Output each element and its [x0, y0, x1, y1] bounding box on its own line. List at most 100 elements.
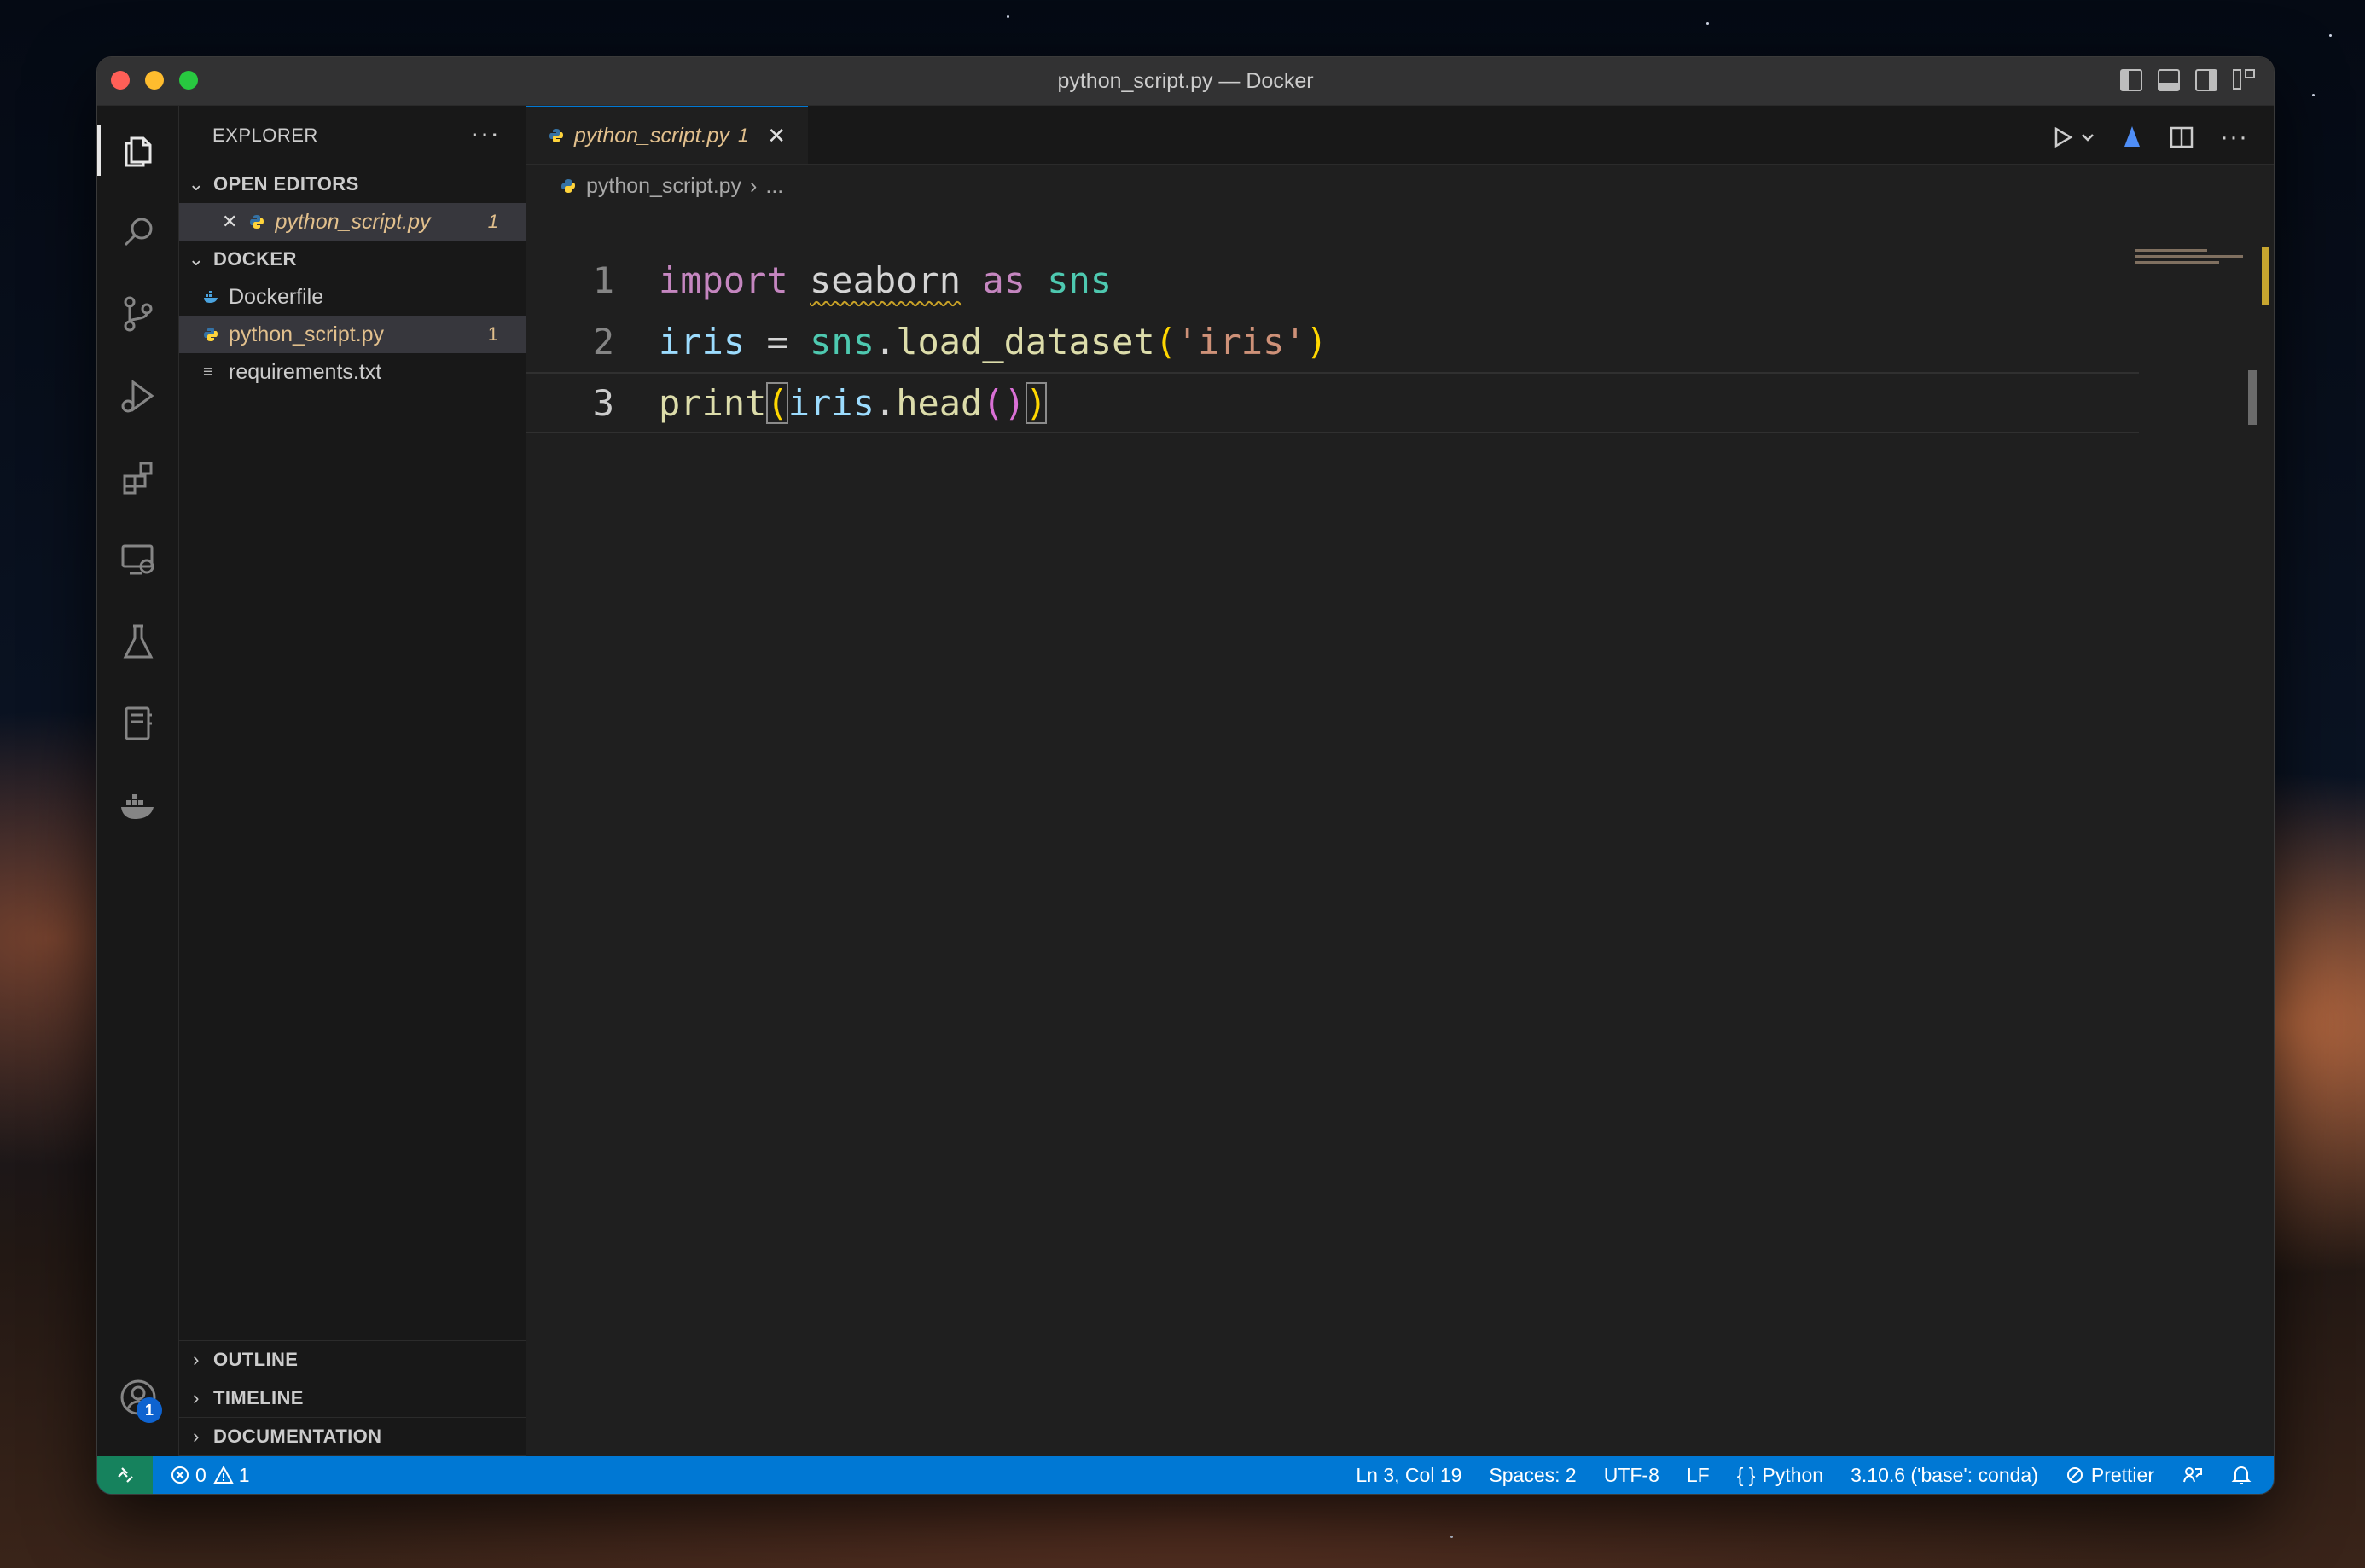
file-name: requirements.txt [229, 359, 382, 384]
line-number: 1 [592, 258, 614, 301]
section-open-editors[interactable]: ⌄ OPEN EDITORS [179, 166, 526, 203]
python-file-icon [250, 215, 264, 229]
language-mode[interactable]: { } Python [1737, 1464, 1823, 1487]
code-token: load_dataset [896, 320, 1155, 363]
bracket-match: ) [1025, 381, 1048, 424]
remote-indicator[interactable] [97, 1456, 153, 1494]
collapsed-panels: › OUTLINE › TIMELINE › DOCUMENTATION [179, 1340, 526, 1456]
code-token: import [659, 258, 788, 301]
testing-icon[interactable] [97, 607, 178, 676]
code-token: 'iris' [1176, 320, 1306, 363]
file-name: Dockerfile [229, 284, 324, 309]
notebook-icon[interactable] [97, 689, 178, 758]
split-editor-icon[interactable] [2169, 125, 2194, 150]
copilot-sail-icon[interactable] [2121, 125, 2143, 150]
tab-python-script[interactable]: python_script.py 1 ✕ [526, 106, 809, 164]
code-token: iris [787, 381, 875, 424]
feedback-icon[interactable] [2182, 1464, 2204, 1486]
chevron-down-icon: ⌄ [188, 248, 205, 270]
open-editor-item[interactable]: ✕ python_script.py 1 [179, 203, 526, 241]
file-item-python-script[interactable]: python_script.py 1 [179, 316, 526, 353]
breadcrumb-symbols[interactable]: ... [765, 174, 783, 199]
warning-icon [213, 1465, 234, 1484]
accounts-icon[interactable]: 1 [97, 1363, 178, 1432]
toggle-primary-sidebar-icon[interactable] [2120, 69, 2142, 91]
chevron-down-icon: ⌄ [188, 173, 205, 195]
more-actions-icon[interactable]: ··· [2220, 123, 2248, 152]
section-outline[interactable]: › OUTLINE [179, 1341, 526, 1379]
section-label: OPEN EDITORS [213, 173, 359, 195]
encoding[interactable]: UTF-8 [1604, 1464, 1659, 1487]
python-file-icon [204, 328, 218, 341]
problems-indicator[interactable]: 0 1 [170, 1464, 250, 1487]
code-token: sns [1047, 258, 1113, 301]
remote-icon [117, 1467, 133, 1483]
close-icon[interactable]: ✕ [222, 211, 237, 233]
code-token: as [982, 258, 1026, 301]
toggle-panel-icon[interactable] [2158, 69, 2180, 91]
overview-ruler-warning [2262, 247, 2269, 305]
extensions-icon[interactable] [97, 444, 178, 512]
source-control-icon[interactable] [97, 280, 178, 348]
docker-icon[interactable] [97, 771, 178, 839]
code-token: ) [1003, 381, 1026, 424]
code-token-warning: seaborn [810, 258, 962, 301]
accounts-badge: 1 [137, 1397, 162, 1423]
file-item-requirements[interactable]: ≡ requirements.txt [179, 353, 526, 391]
more-actions-icon[interactable]: ··· [470, 118, 500, 149]
error-count: 0 [195, 1463, 206, 1486]
breadcrumb-file[interactable]: python_script.py [586, 174, 741, 199]
run-debug-icon[interactable] [97, 362, 178, 430]
section-label: DOCUMENTATION [213, 1426, 382, 1447]
code-token: . [874, 320, 897, 363]
code-token: ) [1305, 320, 1328, 363]
cursor-position[interactable]: Ln 3, Col 19 [1356, 1464, 1461, 1487]
minimap[interactable] [2135, 249, 2255, 266]
scrollbar-thumb[interactable] [2248, 370, 2257, 425]
customize-layout-icon[interactable] [2233, 69, 2255, 91]
warning-count: 1 [238, 1463, 250, 1486]
run-icon[interactable] [2049, 125, 2075, 150]
editor-area: python_script.py 1 ✕ ··· python_script.p… [526, 106, 2274, 1456]
close-icon[interactable]: ✕ [767, 123, 786, 149]
explorer-icon[interactable] [97, 116, 178, 184]
notifications-bell-icon[interactable] [2231, 1464, 2252, 1486]
section-documentation[interactable]: › DOCUMENTATION [179, 1418, 526, 1456]
layout-controls [2120, 69, 2255, 91]
status-bar: 0 1 Ln 3, Col 19 Spaces: 2 UTF-8 LF { } … [97, 1456, 2274, 1494]
indentation[interactable]: Spaces: 2 [1489, 1464, 1576, 1487]
prettier-formatter[interactable]: Prettier [2066, 1464, 2154, 1487]
breadcrumb: python_script.py › ... [526, 165, 2274, 207]
bracket-match: ( [766, 381, 788, 424]
text-file-icon: ≡ [203, 363, 213, 381]
code-token: iris [659, 320, 746, 363]
close-window-button[interactable] [111, 71, 130, 90]
code-token: head [896, 381, 983, 424]
code-line-current[interactable]: 3 print(iris. head()) [526, 372, 2139, 433]
file-name: python_script.py [229, 322, 385, 346]
code-editor[interactable]: 1 import seaborn as sns 2 iris = sns. loa… [526, 249, 2274, 433]
tab-problem-count: 1 [738, 125, 749, 146]
code-line[interactable]: 2 iris = sns. load_dataset('iris') [526, 311, 2274, 372]
vscode-window: python_script.py — Docker 1 EXPLORER ···… [96, 56, 2275, 1495]
docker-file-icon [204, 291, 218, 303]
python-interpreter[interactable]: 3.10.6 ('base': conda) [1851, 1464, 2038, 1487]
minimize-window-button[interactable] [145, 71, 164, 90]
code-token: . [874, 381, 897, 424]
section-docker-folder[interactable]: ⌄ DOCKER [179, 241, 526, 278]
code-token: ( [982, 381, 1004, 424]
remote-explorer-icon[interactable] [97, 526, 178, 594]
prettier-check-icon [2066, 1467, 2083, 1483]
end-of-line[interactable]: LF [1687, 1464, 1710, 1487]
chevron-down-icon[interactable] [2080, 125, 2095, 150]
problem-count: 1 [487, 323, 498, 345]
section-timeline[interactable]: › TIMELINE [179, 1379, 526, 1418]
toggle-secondary-sidebar-icon[interactable] [2195, 69, 2217, 91]
search-icon[interactable] [97, 198, 178, 266]
maximize-window-button[interactable] [179, 71, 198, 90]
code-line[interactable]: 1 import seaborn as sns [526, 249, 2274, 311]
file-item-dockerfile[interactable]: Dockerfile [179, 278, 526, 316]
